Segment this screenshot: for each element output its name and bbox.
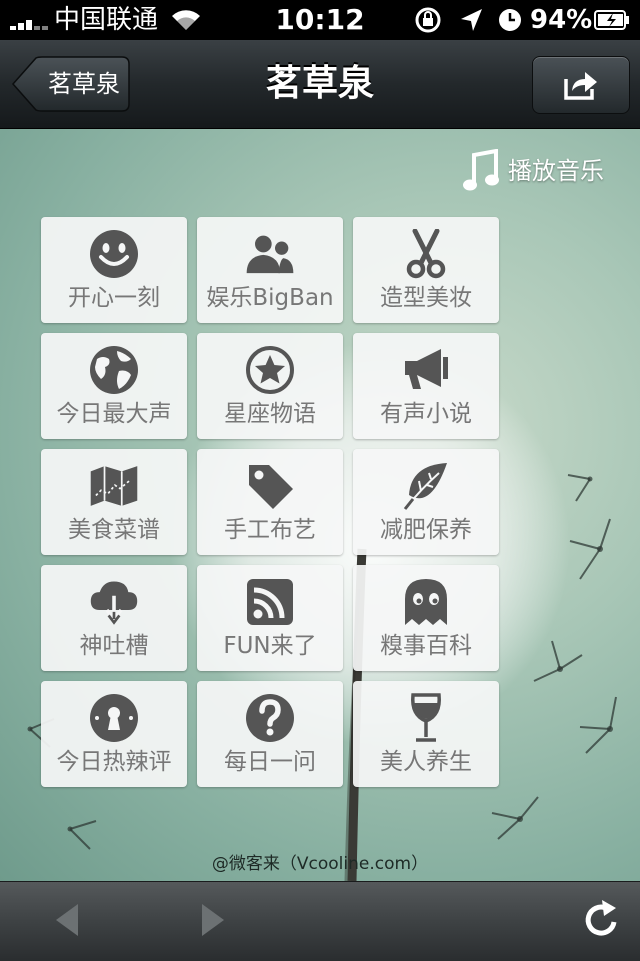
menu-tile-label: 糗事百科 [380,633,472,659]
content-area: 播放音乐 开心一刻 娱乐BigBan 造型美妆 今日最大声 星座物语 有声小说 … [0,129,640,881]
smiley-icon [90,230,138,278]
menu-tile-audio-novel[interactable]: 有声小说 [353,333,499,439]
scissors-icon [406,229,446,279]
menu-tile-entertainment[interactable]: 娱乐BigBan [197,217,343,323]
menu-tile-label: 每日一问 [224,749,316,775]
leaf-icon [403,463,447,510]
keyhole-icon [90,694,138,742]
cloud-download-icon [90,581,138,625]
refresh-icon[interactable] [580,898,624,942]
menu-tile-label: 美食菜谱 [68,517,160,543]
map-icon [90,466,138,506]
menu-tile-fun[interactable]: FUN来了 [197,565,343,671]
menu-tile-label: 今日最大声 [56,401,172,427]
menu-tile-label: 星座物语 [224,401,316,427]
battery-icon [594,10,629,30]
menu-tile-label: 有声小说 [380,401,472,427]
play-music-label: 播放音乐 [508,157,604,185]
battery-percent: 94% [530,5,593,35]
status-bar: 中国联通 10:12 94% [0,0,640,40]
menu-tile-happy[interactable]: 开心一刻 [41,217,187,323]
navigation-bar: 茗草泉 茗草泉 [0,40,640,129]
globe-icon [90,346,138,394]
wine-glass-icon [411,693,441,742]
menu-tile-loudest[interactable]: 今日最大声 [41,333,187,439]
menu-tile-label: 今日热辣评 [56,749,172,775]
play-music-button[interactable]: 播放音乐 [462,149,612,193]
ghost-icon [405,579,447,625]
menu-tile-label: 娱乐BigBan [206,285,334,311]
rss-icon [247,579,293,625]
menu-tile-label: 开心一刻 [68,285,160,311]
share-icon [564,72,597,100]
question-icon [246,694,294,742]
menu-tile-jokes[interactable]: 糗事百科 [353,565,499,671]
back-button[interactable]: 茗草泉 [12,56,130,112]
megaphone-icon [405,349,448,389]
location-icon [461,9,482,31]
menu-tile-hot-review[interactable]: 今日热辣评 [41,681,187,787]
menu-tile-health[interactable]: 美人养生 [353,681,499,787]
star-icon [246,346,294,394]
rotation-lock-icon [415,7,441,33]
menu-tile-label: 减肥保养 [380,517,472,543]
menu-tile-label: 手工布艺 [224,517,316,543]
menu-tile-daily-question[interactable]: 每日一问 [197,681,343,787]
menu-tile-label: 造型美妆 [380,285,472,311]
menu-tile-label: FUN来了 [223,633,317,659]
tag-icon [249,465,293,509]
menu-tile-label: 神吐槽 [79,633,149,659]
back-arrow-icon[interactable] [46,898,90,942]
share-button[interactable] [532,56,630,114]
alarm-icon [499,9,521,31]
forward-arrow-icon[interactable] [190,898,234,942]
bottom-toolbar [0,881,640,961]
back-button-label: 茗草泉 [48,70,120,98]
menu-tile-recipes[interactable]: 美食菜谱 [41,449,187,555]
page-title: 茗草泉 [265,63,374,104]
menu-tile-handcraft[interactable]: 手工布艺 [197,449,343,555]
menu-tile-horoscope[interactable]: 星座物语 [197,333,343,439]
music-note-icon [463,149,499,191]
footer-credit: @微客来（Vcooline.com） [211,854,429,874]
menu-tile-label: 美人养生 [380,749,472,775]
menu-tile-roast[interactable]: 神吐槽 [41,565,187,671]
people-icon [246,235,294,274]
menu-tile-styling[interactable]: 造型美妆 [353,217,499,323]
menu-tile-slimming[interactable]: 减肥保养 [353,449,499,555]
